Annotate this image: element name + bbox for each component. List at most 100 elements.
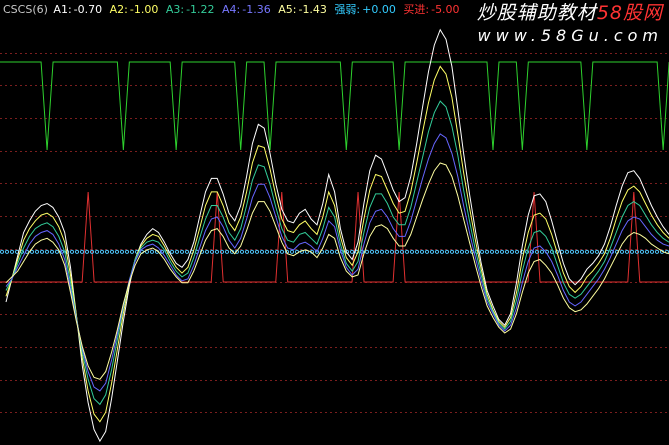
legend-a5-value: -1.43 xyxy=(298,3,327,16)
baseline-dot xyxy=(79,249,85,254)
baseline-dot xyxy=(644,249,650,254)
watermark-url: www.58Gu.com xyxy=(477,25,663,45)
watermark-brand: 58股网 xyxy=(596,2,663,24)
baseline-dot xyxy=(499,249,505,254)
baseline-dot xyxy=(444,249,450,254)
baseline-dot xyxy=(464,249,470,254)
baseline-dot xyxy=(39,249,45,254)
baseline-dot xyxy=(84,249,90,254)
baseline-dot xyxy=(109,249,115,254)
baseline-dot xyxy=(539,249,545,254)
baseline-dot xyxy=(429,249,435,254)
baseline-dot xyxy=(634,249,640,254)
legend-a2-label: A2: xyxy=(109,3,128,16)
legend-a4-value: -1.36 xyxy=(242,3,271,16)
baseline-dot xyxy=(569,249,575,254)
legend-a1-value: -0.70 xyxy=(73,3,103,16)
baseline-dot xyxy=(204,249,210,254)
baseline-dot xyxy=(94,249,100,254)
baseline-dot xyxy=(409,249,415,254)
legend-a3-value: -1.22 xyxy=(186,3,215,16)
baseline-dot xyxy=(54,249,60,254)
baseline-dot xyxy=(119,249,125,254)
legend-signal-label: 买进: xyxy=(403,3,430,16)
baseline-dot xyxy=(589,249,595,254)
baseline-dot xyxy=(269,249,275,254)
baseline-dot xyxy=(219,249,225,254)
baseline-dot xyxy=(99,249,105,254)
series-line-a5 xyxy=(5,162,669,380)
watermark-title: 炒股辅助教材 xyxy=(476,2,597,24)
baseline-dot xyxy=(389,249,395,254)
baseline-dot xyxy=(44,249,50,254)
baseline-dot xyxy=(349,249,355,254)
legend-a3-label: A3: xyxy=(165,3,185,16)
baseline-dot xyxy=(209,249,215,254)
baseline-dot xyxy=(104,249,110,254)
baseline-dot xyxy=(129,249,135,254)
baseline-dot xyxy=(624,249,630,254)
baseline-dot xyxy=(149,249,155,254)
legend-strength-label: 强弱: xyxy=(334,3,361,16)
baseline-dot xyxy=(654,249,660,254)
baseline-dot xyxy=(254,249,260,254)
site-watermark: 炒股辅助教材58股网 www.58Gu.com xyxy=(476,2,663,45)
baseline-dot xyxy=(4,249,10,254)
legend-signal-value: -5.00 xyxy=(431,3,460,16)
baseline-dot xyxy=(649,249,655,254)
baseline-dot xyxy=(249,249,255,254)
baseline-dot xyxy=(329,249,335,254)
baseline-dot xyxy=(184,249,190,254)
legend-a1-label: A1: xyxy=(53,3,72,16)
baseline-dot xyxy=(174,249,180,254)
legend-strength-value: +0.00 xyxy=(362,3,396,16)
baseline-dot xyxy=(484,249,490,254)
baseline-dot xyxy=(419,249,425,254)
baseline-dot xyxy=(9,249,15,254)
baseline-dot xyxy=(324,249,330,254)
baseline-dot xyxy=(74,249,80,254)
baseline-dot xyxy=(169,249,175,254)
baseline-dot xyxy=(369,249,375,254)
baseline-dot xyxy=(259,249,265,254)
indicator-legend: CSCS(6) A1: -0.70 A2: -1.00 A3: -1.22 A4: -1… xyxy=(3,2,462,18)
series-line-a4 xyxy=(5,133,669,392)
baseline-dot xyxy=(264,249,270,254)
baseline-dot xyxy=(279,249,285,254)
baseline-dot xyxy=(179,249,185,254)
baseline-dot xyxy=(619,249,625,254)
baseline-dot xyxy=(439,249,445,254)
baseline-dot xyxy=(509,249,515,254)
baseline-dot xyxy=(0,249,5,254)
indicator-panel: CSCS(6) A1: -0.70 A2: -1.00 A3: -1.22 A4: -1… xyxy=(0,0,669,445)
baseline-dot xyxy=(434,249,440,254)
cscs-chart xyxy=(0,28,669,443)
baseline-dot xyxy=(489,249,495,254)
baseline-dot xyxy=(584,249,590,254)
baseline-dot xyxy=(289,249,295,254)
baseline-dot xyxy=(494,249,500,254)
baseline-dot xyxy=(459,249,465,254)
baseline-dot xyxy=(514,249,520,254)
baseline-dot xyxy=(379,249,385,254)
baseline-dot xyxy=(629,249,635,254)
baseline-dot xyxy=(504,249,510,254)
baseline-dot xyxy=(594,249,600,254)
baseline-dot xyxy=(244,249,250,254)
baseline-dot xyxy=(274,249,280,254)
baseline-dot xyxy=(449,249,455,254)
baseline-dot xyxy=(239,249,245,254)
baseline-dot xyxy=(564,249,570,254)
green-signal-line xyxy=(0,61,669,151)
baseline-dot xyxy=(214,249,220,254)
legend-a4-label: A4: xyxy=(222,3,241,16)
baseline-dot xyxy=(364,249,370,254)
series-line-a2 xyxy=(5,65,669,423)
baseline-dot xyxy=(374,249,380,254)
baseline-dot xyxy=(34,249,40,254)
baseline-dot xyxy=(454,249,460,254)
baseline-dot xyxy=(404,249,410,254)
baseline-dot xyxy=(114,249,120,254)
baseline-dot xyxy=(579,249,585,254)
baseline-dot xyxy=(639,249,645,254)
